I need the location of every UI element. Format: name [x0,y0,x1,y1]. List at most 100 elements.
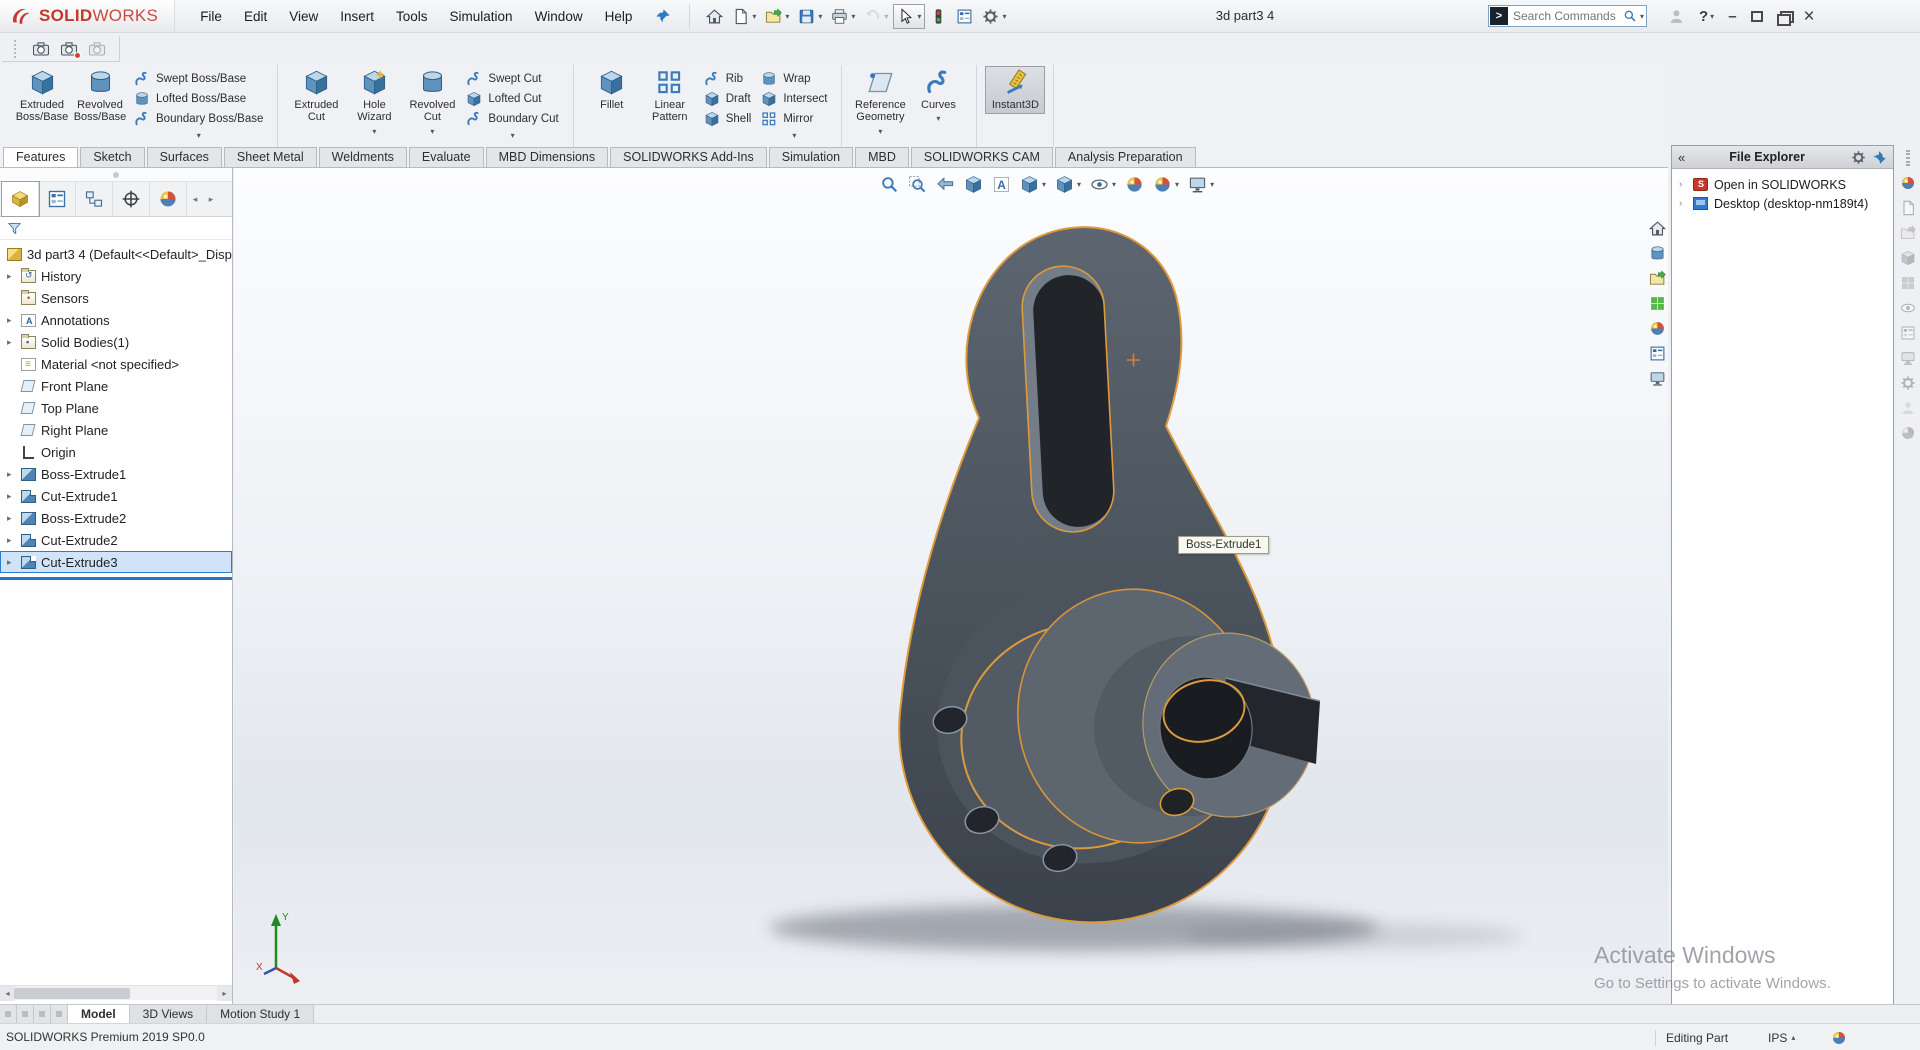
tab-mbd-dimensions[interactable]: MBD Dimensions [485,147,609,167]
design-library-icon[interactable] [1649,245,1666,262]
scroll-left-icon[interactable]: ◂ [0,985,15,1001]
tab-mbd[interactable]: MBD [855,147,909,167]
dropdown-caret[interactable]: ▾ [1112,180,1116,189]
linear-pattern-button[interactable]: Linear Pattern [641,67,699,126]
tab-surfaces[interactable]: Surfaces [146,147,222,167]
user-profile-icon[interactable] [1668,8,1685,25]
pane-split-control[interactable] [17,1005,34,1023]
expand-arrow-icon[interactable]: ▸ [7,557,16,568]
dropdown-caret[interactable]: ▾ [884,12,888,21]
menu-window[interactable]: Window [524,4,594,29]
dropdown-caret[interactable]: ▾ [1002,12,1006,21]
view-settings-icon[interactable]: ▾ [1187,173,1215,196]
tab-evaluate[interactable]: Evaluate [408,147,484,167]
minimize-button[interactable]: – [1728,8,1736,25]
units-caret-icon[interactable]: ▴ [1791,1033,1795,1042]
tab-simulation[interactable]: Simulation [768,147,854,167]
collapse-panel-icon[interactable]: « [1678,150,1685,165]
options-gear-icon[interactable]: ▾ [978,4,1010,29]
pane-split-control[interactable] [51,1005,68,1023]
revolved-cut-button[interactable]: Revolved Cut ▾ [403,67,461,139]
tree-item[interactable]: ▸ Top Plane [0,397,232,419]
tab-motion-study-1[interactable]: Motion Study 1 [207,1005,315,1023]
tree-filter-bar[interactable] [0,217,232,240]
tree-item[interactable]: ▸ Front Plane [0,375,232,397]
document-icon[interactable] [1900,200,1916,216]
tree-item[interactable]: ▸ Cut-Extrude2 [0,529,232,551]
extruded-boss-base-button[interactable]: Extruded Boss/Base [13,67,71,126]
preview-monitor-icon[interactable] [1649,370,1666,387]
intersect-button[interactable]: Intersect [756,89,832,109]
dropdown-caret[interactable]: ▾ [1042,180,1046,189]
panel-options-gear-icon[interactable] [1851,150,1866,165]
boundary-boss-base-button[interactable]: Boundary Boss/Base [129,109,268,129]
eye-icon[interactable] [1900,300,1916,316]
folder-icon[interactable] [1900,225,1916,241]
dropdown-caret[interactable]: ▾ [851,12,855,21]
open-in-solidworks-item[interactable]: › Open in SOLIDWORKS [1672,175,1893,194]
select-cursor-icon[interactable]: ▾ [893,3,926,29]
graphics-viewport[interactable]: ▾ ▾ ▾ ▾ ▾ ▾ ▾ ▾ ▾ ▾ ▾ Boss-Extrude1 X Y [234,168,1668,1004]
previous-view-icon[interactable]: ▾ [935,173,956,196]
tree-item[interactable]: ▸ Sensors [0,287,232,309]
search-icon[interactable] [1623,9,1637,23]
tab-solidworks-add-ins[interactable]: SOLIDWORKS Add-Ins [610,147,767,167]
panel-pin-icon[interactable] [1872,150,1887,165]
annotation-views-icon[interactable]: ▾ [991,173,1012,196]
expand-arrow-icon[interactable]: ▸ [7,491,16,502]
restore-button[interactable] [1750,11,1763,22]
save-icon[interactable]: ▾ [794,4,826,29]
search-input[interactable] [1509,9,1623,23]
dropdown-caret[interactable]: ▾ [878,127,882,137]
dropdown-caret[interactable]: ▾ [511,131,515,140]
dropdown-caret[interactable]: ▾ [792,131,796,140]
revolved-boss-base-button[interactable]: Revolved Boss/Base [71,67,129,126]
pin-menu-icon[interactable] [653,6,673,26]
dropdown-caret[interactable]: ▾ [752,12,756,21]
file-explorer-icon[interactable] [1649,270,1666,287]
units-selector[interactable]: IPS [1768,1031,1787,1045]
user-icon[interactable] [1900,400,1916,416]
dropdown-caret[interactable]: ▾ [818,12,822,21]
pane-split-control[interactable] [34,1005,51,1023]
dropdown-caret[interactable]: ▾ [917,12,921,21]
tree-item[interactable]: ▸ Cut-Extrude3 [0,551,232,573]
close-button[interactable]: × [1804,7,1815,26]
tab-weldments[interactable]: Weldments [318,147,407,167]
tree-item[interactable]: ▸ Right Plane [0,419,232,441]
gear-icon[interactable] [1900,375,1916,391]
expand-chevron-icon[interactable]: › [1679,198,1687,209]
open-file-icon[interactable]: ▾ [761,4,793,29]
section-view-icon[interactable]: ▾ [963,173,984,196]
list-icon[interactable] [1900,325,1916,341]
display-style-icon[interactable]: ▾ [1054,173,1082,196]
edit-appearance-icon[interactable]: ▾ [1124,173,1145,196]
menu-help[interactable]: Help [594,4,644,29]
dropdown-caret[interactable]: ▾ [1210,180,1214,189]
new-file-icon[interactable]: ▾ [728,4,760,29]
solidworks-resources-icon[interactable] [1649,220,1666,237]
displaymanager-tab[interactable] [150,182,187,216]
expand-arrow-icon[interactable]: ▸ [7,513,16,524]
appearances-scenes-icon[interactable] [1649,320,1666,337]
scrollbar-thumb[interactable] [14,988,130,999]
configurationmanager-tab[interactable] [76,182,113,216]
expand-chevron-icon[interactable]: › [1679,179,1687,190]
rollback-bar[interactable] [0,577,232,580]
expand-arrow-icon[interactable]: ▸ [7,535,16,546]
menu-simulation[interactable]: Simulation [439,4,524,29]
fillet-button[interactable]: Fillet [583,67,641,113]
scroll-right-icon[interactable]: ▸ [217,985,232,1001]
view-orientation-icon[interactable]: ▾ [1019,173,1047,196]
curves-button[interactable]: Curves ▾ [909,67,967,126]
zoom-to-fit-icon[interactable]: ▾ [879,173,900,196]
home-icon[interactable]: ▾ [702,4,727,29]
reference-geometry-button[interactable]: Reference Geometry ▾ [851,67,909,139]
horizontal-scrollbar[interactable]: ◂ ▸ [0,985,232,1001]
menu-insert[interactable]: Insert [329,4,385,29]
search-caret[interactable]: ▾ [1640,12,1644,21]
grid-icon[interactable] [1900,275,1916,291]
expand-arrow-icon[interactable]: ▸ [7,271,16,282]
dropdown-caret[interactable]: ▾ [785,12,789,21]
help-icon[interactable]: ? ▾ [1699,8,1714,25]
